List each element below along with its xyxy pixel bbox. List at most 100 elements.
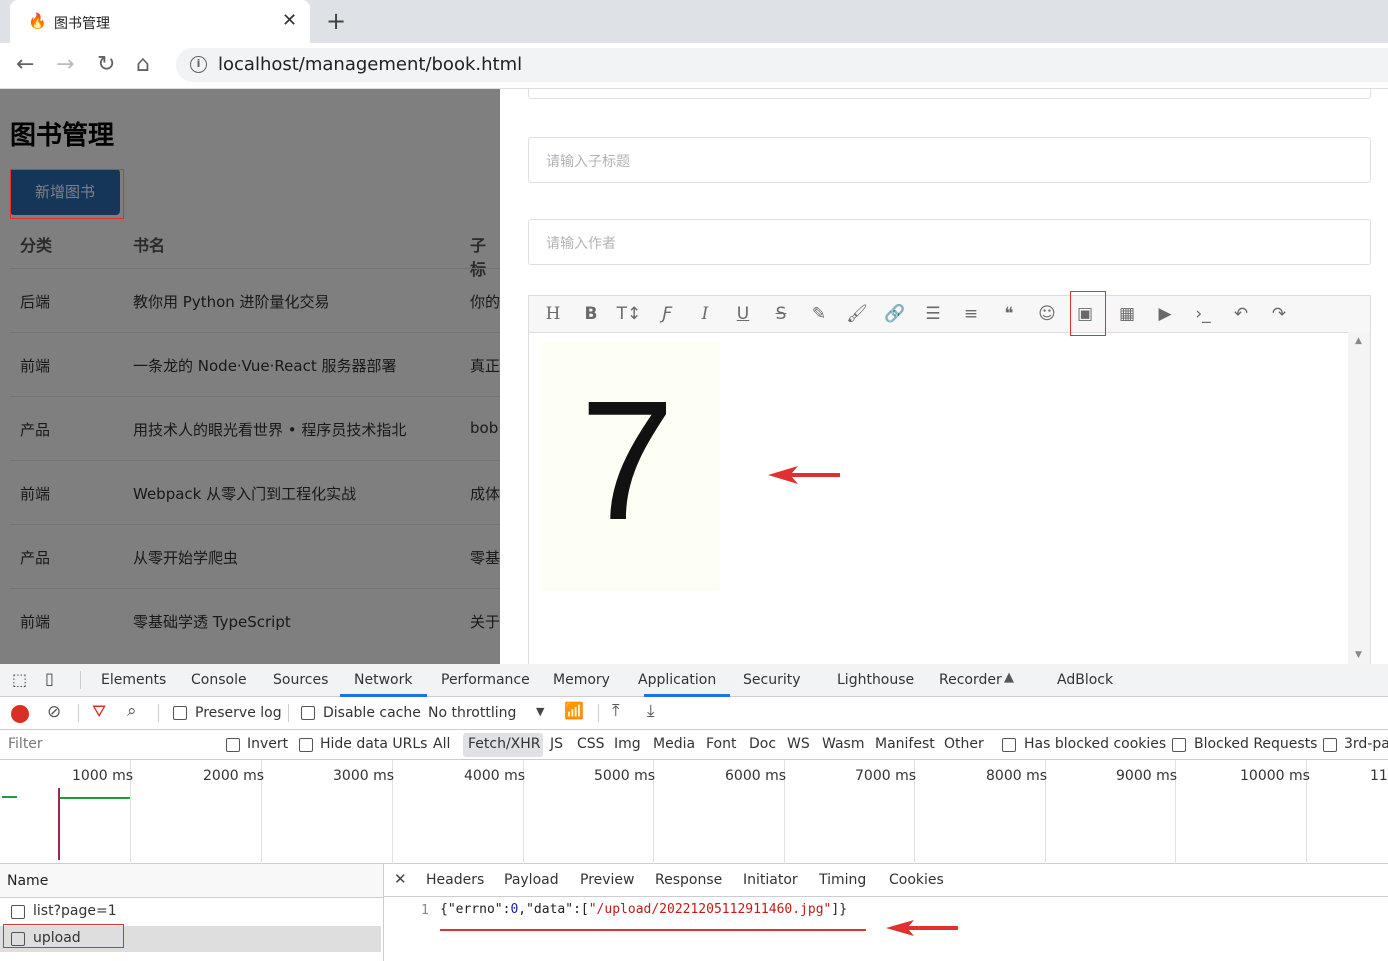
- clear-icon[interactable]: ⊘: [47, 702, 61, 722]
- title-input[interactable]: [528, 89, 1371, 99]
- filter-font[interactable]: Font: [706, 736, 736, 752]
- response-body[interactable]: {"errno":0,"data":["/upload/202212051129…: [440, 902, 847, 917]
- tab-preview[interactable]: Preview: [580, 872, 635, 888]
- new-tab-icon[interactable]: +: [326, 7, 346, 35]
- tab-response[interactable]: Response: [655, 872, 722, 888]
- info-icon[interactable]: i: [190, 56, 207, 73]
- filter-input[interactable]: Filter: [2, 733, 210, 756]
- tab-sources[interactable]: Sources: [273, 672, 328, 688]
- tab-console[interactable]: Console: [191, 672, 247, 688]
- align-icon[interactable]: ≡: [957, 300, 985, 328]
- author-input[interactable]: 请输入作者: [528, 219, 1371, 265]
- url-text[interactable]: localhost/management/book.html: [218, 54, 522, 75]
- chevron-down-icon[interactable]: ▼: [536, 705, 544, 718]
- flame-icon: 🔥: [28, 12, 47, 30]
- filter-doc[interactable]: Doc: [749, 736, 776, 752]
- filter-manifest[interactable]: Manifest: [875, 736, 935, 752]
- divider: [288, 704, 289, 722]
- invert-checkbox[interactable]: [226, 738, 240, 752]
- network-conditions-icon[interactable]: 📶: [564, 701, 584, 720]
- disable-cache-checkbox[interactable]: [301, 706, 315, 720]
- editor-toolbar: H B T↕ Ƒ I U S ✎ 🖌 🔗 ☰ ≡ ❝ ☺ ▣ ▦ ▶ ›_ ↶ …: [528, 295, 1371, 333]
- back-icon[interactable]: ←: [16, 52, 34, 77]
- tab-cookies[interactable]: Cookies: [889, 872, 944, 888]
- redo-icon[interactable]: ↷: [1265, 300, 1293, 328]
- tab-security[interactable]: Security: [743, 672, 801, 688]
- link-icon[interactable]: 🔗: [881, 300, 909, 328]
- code-icon[interactable]: ›_: [1189, 300, 1217, 328]
- json-prefix: {"errno":: [440, 902, 511, 917]
- emoji-icon[interactable]: ☺: [1033, 300, 1061, 328]
- forward-icon[interactable]: →: [56, 52, 74, 77]
- network-timeline[interactable]: 1000 ms 2000 ms 3000 ms 4000 ms 5000 ms …: [0, 760, 1388, 864]
- search-icon[interactable]: ⌕: [127, 701, 137, 721]
- disable-cache-label: Disable cache: [323, 705, 421, 721]
- reload-icon[interactable]: ↻: [97, 52, 115, 77]
- has-blocked-cookies-checkbox[interactable]: [1002, 738, 1016, 752]
- line-number: 1: [421, 903, 429, 918]
- download-icon[interactable]: ⤓: [647, 701, 655, 721]
- request-row[interactable]: list?page=1: [0, 899, 383, 925]
- list-icon[interactable]: ☰: [919, 300, 947, 328]
- heading-icon[interactable]: H: [539, 300, 567, 328]
- filter-wasm[interactable]: Wasm: [822, 736, 864, 752]
- uploaded-image[interactable]: 7: [540, 341, 720, 591]
- divider: [80, 671, 81, 689]
- preserve-log-checkbox[interactable]: [173, 706, 187, 720]
- editor-scrollbar[interactable]: [1348, 332, 1370, 664]
- tab-timing[interactable]: Timing: [819, 872, 866, 888]
- third-party-label: 3rd-pa: [1344, 736, 1388, 752]
- bold-icon[interactable]: B: [577, 300, 605, 328]
- quote-icon[interactable]: ❝: [995, 300, 1023, 328]
- filter-fetch-xhr[interactable]: Fetch/XHR: [468, 736, 541, 752]
- strikethrough-icon[interactable]: S: [767, 300, 795, 328]
- font-family-icon[interactable]: Ƒ: [653, 300, 681, 328]
- tab-lighthouse[interactable]: Lighthouse: [837, 672, 914, 688]
- filter-all[interactable]: All: [433, 736, 450, 752]
- underline-icon[interactable]: U: [729, 300, 757, 328]
- book-list-panel: 图书管理 新增图书 分类 书名 子标 后端 教你用 Python 进阶量化交易 …: [0, 89, 500, 664]
- close-icon[interactable]: ✕: [394, 870, 407, 888]
- brush-icon[interactable]: 🖌: [843, 300, 871, 328]
- scroll-down-icon[interactable]: ▼: [1355, 650, 1362, 660]
- table-icon[interactable]: ▦: [1113, 300, 1141, 328]
- italic-icon[interactable]: I: [691, 300, 719, 328]
- font-size-icon[interactable]: T↕: [615, 300, 643, 328]
- name-column-header[interactable]: Name: [7, 873, 48, 889]
- video-icon[interactable]: ▶: [1151, 300, 1179, 328]
- filter-other[interactable]: Other: [944, 736, 984, 752]
- filter-icon[interactable]: ⛛: [92, 702, 106, 722]
- filter-ws[interactable]: WS: [787, 736, 810, 752]
- subtitle-input[interactable]: 请输入子标题: [528, 137, 1371, 183]
- active-tab-indicator: [644, 694, 730, 697]
- device-toggle-icon[interactable]: ▯: [45, 669, 54, 688]
- undo-icon[interactable]: ↶: [1227, 300, 1255, 328]
- scroll-up-icon[interactable]: ▲: [1355, 336, 1362, 346]
- tab-adblock[interactable]: AdBlock: [1057, 672, 1113, 688]
- tab-initiator[interactable]: Initiator: [743, 872, 798, 888]
- throttling-select[interactable]: No throttling: [428, 705, 516, 721]
- tab-elements[interactable]: Elements: [101, 672, 166, 688]
- tab-memory[interactable]: Memory: [553, 672, 610, 688]
- tab-payload[interactable]: Payload: [504, 872, 559, 888]
- tab-recorder[interactable]: Recorder: [939, 672, 1002, 688]
- tab-application[interactable]: Application: [638, 672, 716, 688]
- upload-icon[interactable]: ⤒: [612, 701, 620, 721]
- home-icon[interactable]: ⌂: [136, 52, 150, 77]
- tab-headers[interactable]: Headers: [426, 872, 484, 888]
- pencil-icon[interactable]: ✎: [805, 300, 833, 328]
- third-party-checkbox[interactable]: [1323, 738, 1337, 752]
- filter-media[interactable]: Media: [653, 736, 695, 752]
- filter-bar: Filter Invert Hide data URLs All Fetch/X…: [0, 730, 1388, 760]
- tab-performance[interactable]: Performance: [441, 672, 530, 688]
- browser-tab[interactable]: 🔥 图书管理 ✕: [10, 0, 310, 43]
- filter-js[interactable]: JS: [550, 736, 563, 752]
- record-icon[interactable]: [11, 705, 29, 723]
- close-icon[interactable]: ✕: [282, 10, 297, 31]
- blocked-requests-checkbox[interactable]: [1172, 738, 1186, 752]
- filter-css[interactable]: CSS: [577, 736, 605, 752]
- inspect-icon[interactable]: ⬚: [12, 670, 27, 689]
- hide-data-urls-checkbox[interactable]: [299, 738, 313, 752]
- tab-network[interactable]: Network: [354, 672, 412, 688]
- filter-img[interactable]: Img: [614, 736, 641, 752]
